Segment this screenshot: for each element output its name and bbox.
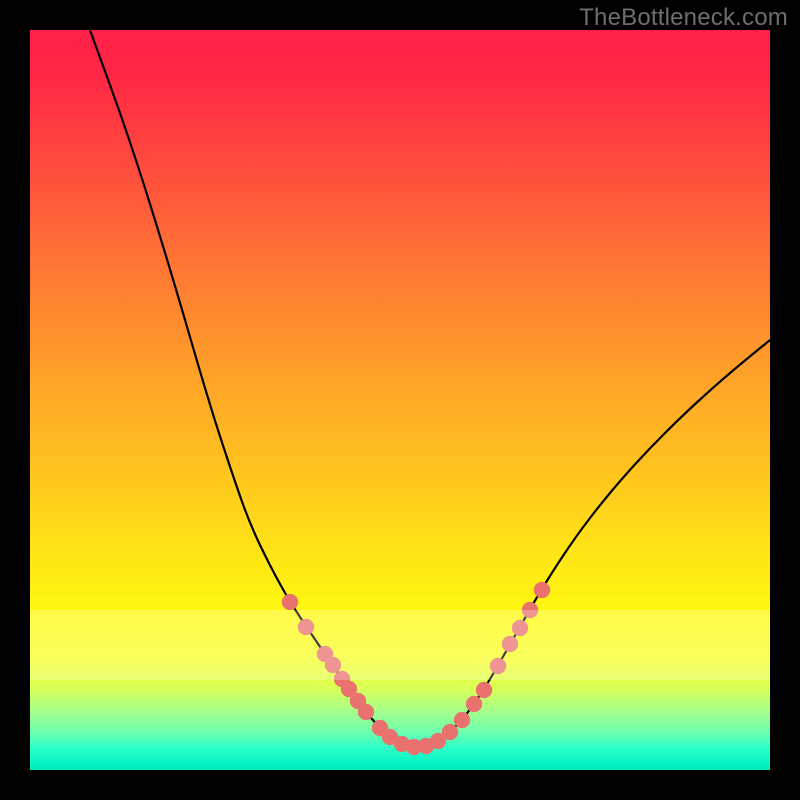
chart-svg	[30, 30, 770, 770]
data-point	[534, 582, 550, 598]
data-point-group	[282, 582, 550, 755]
data-point	[522, 602, 538, 618]
chart-plot-area	[30, 30, 770, 770]
data-point	[325, 657, 341, 673]
bottleneck-curve	[90, 30, 770, 747]
data-point	[476, 682, 492, 698]
data-point	[502, 636, 518, 652]
chart-frame: TheBottleneck.com	[0, 0, 800, 800]
data-point	[282, 594, 298, 610]
data-point	[454, 712, 470, 728]
data-point	[442, 724, 458, 740]
data-point	[490, 658, 506, 674]
data-point	[298, 619, 314, 635]
watermark-label: TheBottleneck.com	[579, 4, 788, 32]
data-point	[358, 704, 374, 720]
data-point	[512, 620, 528, 636]
data-point	[466, 696, 482, 712]
